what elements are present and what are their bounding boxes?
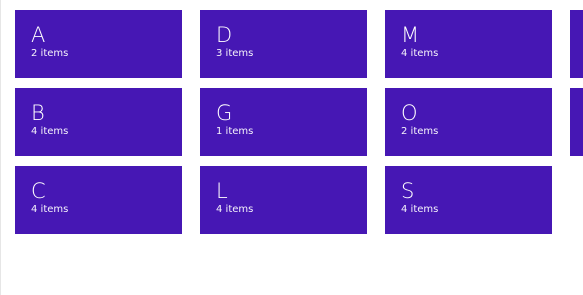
group-item-count: 4 items [401, 204, 439, 215]
group-tile-o[interactable]: O 2 items [385, 88, 552, 156]
group-item-count: 4 items [216, 204, 254, 215]
group-tile-c[interactable]: C 4 items [15, 166, 182, 234]
group-item-count: 2 items [31, 48, 69, 59]
group-tile-g[interactable]: G 1 items [200, 88, 367, 156]
group-tile-m[interactable]: M 4 items [385, 10, 552, 78]
group-letter: C [31, 179, 46, 203]
group-letter: M [401, 23, 420, 47]
group-letter: O [401, 101, 418, 125]
group-tile-offscreen[interactable] [570, 10, 583, 78]
zoomed-out-group-view: A 2 items B 4 items C 4 items D 3 items … [0, 0, 583, 295]
group-item-count: 1 items [216, 126, 254, 137]
group-item-count: 4 items [31, 204, 69, 215]
group-tile-a[interactable]: A 2 items [15, 10, 182, 78]
group-item-count: 2 items [401, 126, 439, 137]
group-letter: B [31, 101, 45, 125]
group-letter: L [216, 179, 228, 203]
group-item-count: 3 items [216, 48, 254, 59]
group-tile-s[interactable]: S 4 items [385, 166, 552, 234]
group-tile-offscreen[interactable] [570, 88, 583, 156]
group-tile-grid: A 2 items B 4 items C 4 items D 3 items … [15, 10, 583, 234]
group-tile-b[interactable]: B 4 items [15, 88, 182, 156]
group-item-count: 4 items [401, 48, 439, 59]
group-tile-d[interactable]: D 3 items [200, 10, 367, 78]
group-item-count: 4 items [31, 126, 69, 137]
group-letter: A [31, 23, 46, 47]
group-letter: D [216, 23, 233, 47]
group-letter: G [216, 101, 233, 125]
group-tile-l[interactable]: L 4 items [200, 166, 367, 234]
group-letter: S [401, 179, 415, 203]
